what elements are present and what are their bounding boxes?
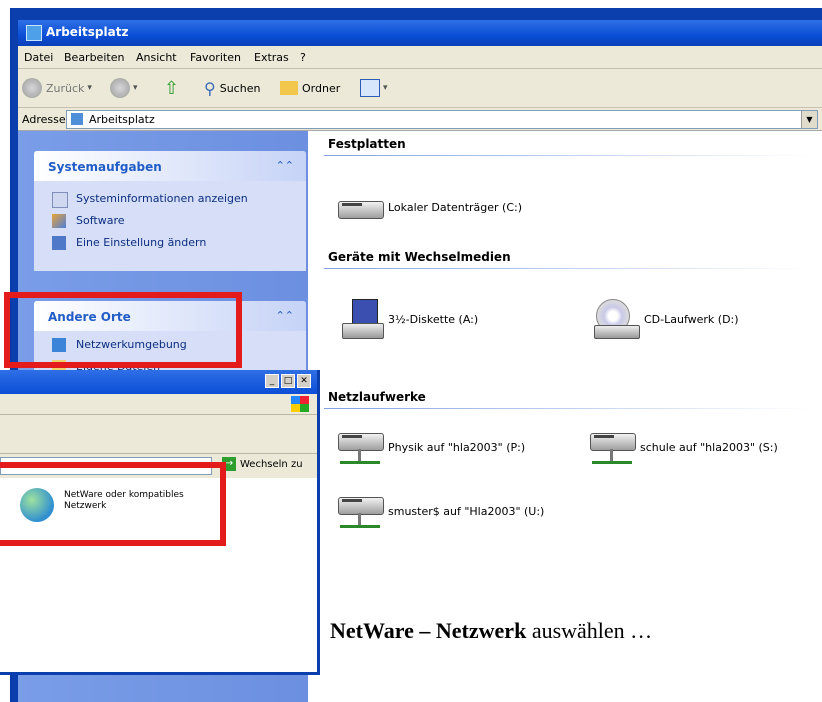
title-bar[interactable]: Arbeitsplatz (18, 20, 822, 46)
system-tasks-header[interactable]: Systemaufgaben ⌃⌃ (34, 151, 306, 181)
group-divider (324, 268, 812, 269)
menu-ansicht[interactable]: Ansicht (136, 51, 177, 64)
chevron-down-icon: ▾ (383, 83, 388, 93)
network-drive-p[interactable]: Physik auf "hla2003" (P:) (338, 427, 525, 467)
collapse-chevron-icon[interactable]: ⌃⌃ (276, 309, 294, 322)
network-drive-u[interactable]: smuster$ auf "Hla2003" (U:) (338, 491, 544, 531)
collapse-chevron-icon[interactable]: ⌃⌃ (276, 159, 294, 172)
cd-drive-icon (594, 299, 640, 339)
overlay-menu-bar (0, 394, 317, 415)
maximize-icon[interactable]: □ (281, 374, 295, 388)
menu-extras[interactable]: Extras (254, 51, 289, 64)
chevron-down-icon: ▾ (87, 83, 92, 93)
task-item-software[interactable]: Software (34, 211, 306, 233)
floppy-icon (342, 299, 384, 339)
group-netzlaufwerke: Netzlaufwerke (328, 390, 426, 404)
task-item-sysinfo[interactable]: Systeminformationen anzeigen (34, 189, 306, 211)
go-button[interactable]: → Wechseln zu (222, 457, 303, 471)
menu-bar: Datei Bearbeiten Ansicht Favoriten Extra… (18, 46, 822, 69)
address-bar: Adresse Arbeitsplatz ▼ (18, 108, 822, 131)
control-panel-icon (52, 236, 66, 250)
overlay-title-bar[interactable]: _ □ ✕ (0, 370, 317, 394)
up-button[interactable]: ⇧ (164, 77, 179, 99)
search-button[interactable]: ⚲ Suchen (204, 77, 260, 99)
views-button[interactable]: ▾ (360, 77, 388, 99)
menu-favoriten[interactable]: Favoriten (190, 51, 241, 64)
instruction-caption: NetWare – Netzwerk auswählen … (330, 618, 653, 643)
drive-a[interactable]: 3½-Diskette (A:) (342, 299, 478, 339)
network-drive-s[interactable]: schule auf "hla2003" (S:) (590, 427, 778, 467)
address-input[interactable]: Arbeitsplatz ▼ (66, 110, 818, 129)
overlay-toolbar (0, 415, 317, 454)
forward-button[interactable]: ▾ (110, 77, 138, 99)
search-icon: ⚲ (204, 78, 216, 98)
address-label: Adresse (22, 113, 66, 126)
computer-icon (26, 25, 42, 41)
chevron-down-icon: ▾ (133, 83, 138, 93)
software-icon (52, 214, 66, 228)
drive-c[interactable]: Lokaler Datenträger (C:) (338, 195, 522, 219)
group-wechselmedien: Geräte mit Wechselmedien (328, 250, 511, 264)
group-divider (324, 155, 812, 156)
computer-icon (71, 113, 83, 125)
folders-button[interactable]: Ordner (280, 77, 340, 99)
menu-help[interactable]: ? (300, 51, 306, 64)
hard-drive-icon (338, 195, 384, 219)
windows-logo-icon (291, 396, 309, 412)
toolbar: Zurück ▾ ▾ ⇧ ⚲ Suchen Ordner ▾ (18, 69, 822, 108)
minimize-icon[interactable]: _ (265, 374, 279, 388)
group-divider (324, 408, 812, 409)
menu-bearbeiten[interactable]: Bearbeiten (64, 51, 124, 64)
highlight-box (4, 292, 242, 368)
back-button[interactable]: Zurück ▾ (22, 77, 92, 99)
system-tasks-box: Systemaufgaben ⌃⌃ Systeminformationen an… (34, 151, 306, 271)
folder-up-icon: ⇧ (164, 77, 180, 99)
close-icon[interactable]: ✕ (297, 374, 311, 388)
task-item-settings[interactable]: Eine Einstellung ändern (34, 233, 306, 255)
menu-datei[interactable]: Datei (24, 51, 53, 64)
back-arrow-icon (22, 78, 42, 98)
network-drive-icon (338, 427, 384, 467)
chevron-down-icon[interactable]: ▼ (801, 111, 817, 128)
folder-icon (280, 81, 298, 95)
drive-d[interactable]: CD-Laufwerk (D:) (594, 299, 739, 339)
views-icon (360, 79, 380, 97)
network-drive-icon (590, 427, 636, 467)
window-title: Arbeitsplatz (46, 25, 129, 39)
sysinfo-icon (52, 192, 68, 208)
forward-arrow-icon (110, 78, 130, 98)
network-drive-icon (338, 491, 384, 531)
highlight-box (0, 462, 226, 546)
content-pane: Festplatten Lokaler Datenträger (C:) Ger… (308, 131, 822, 702)
group-festplatten: Festplatten (328, 137, 406, 151)
